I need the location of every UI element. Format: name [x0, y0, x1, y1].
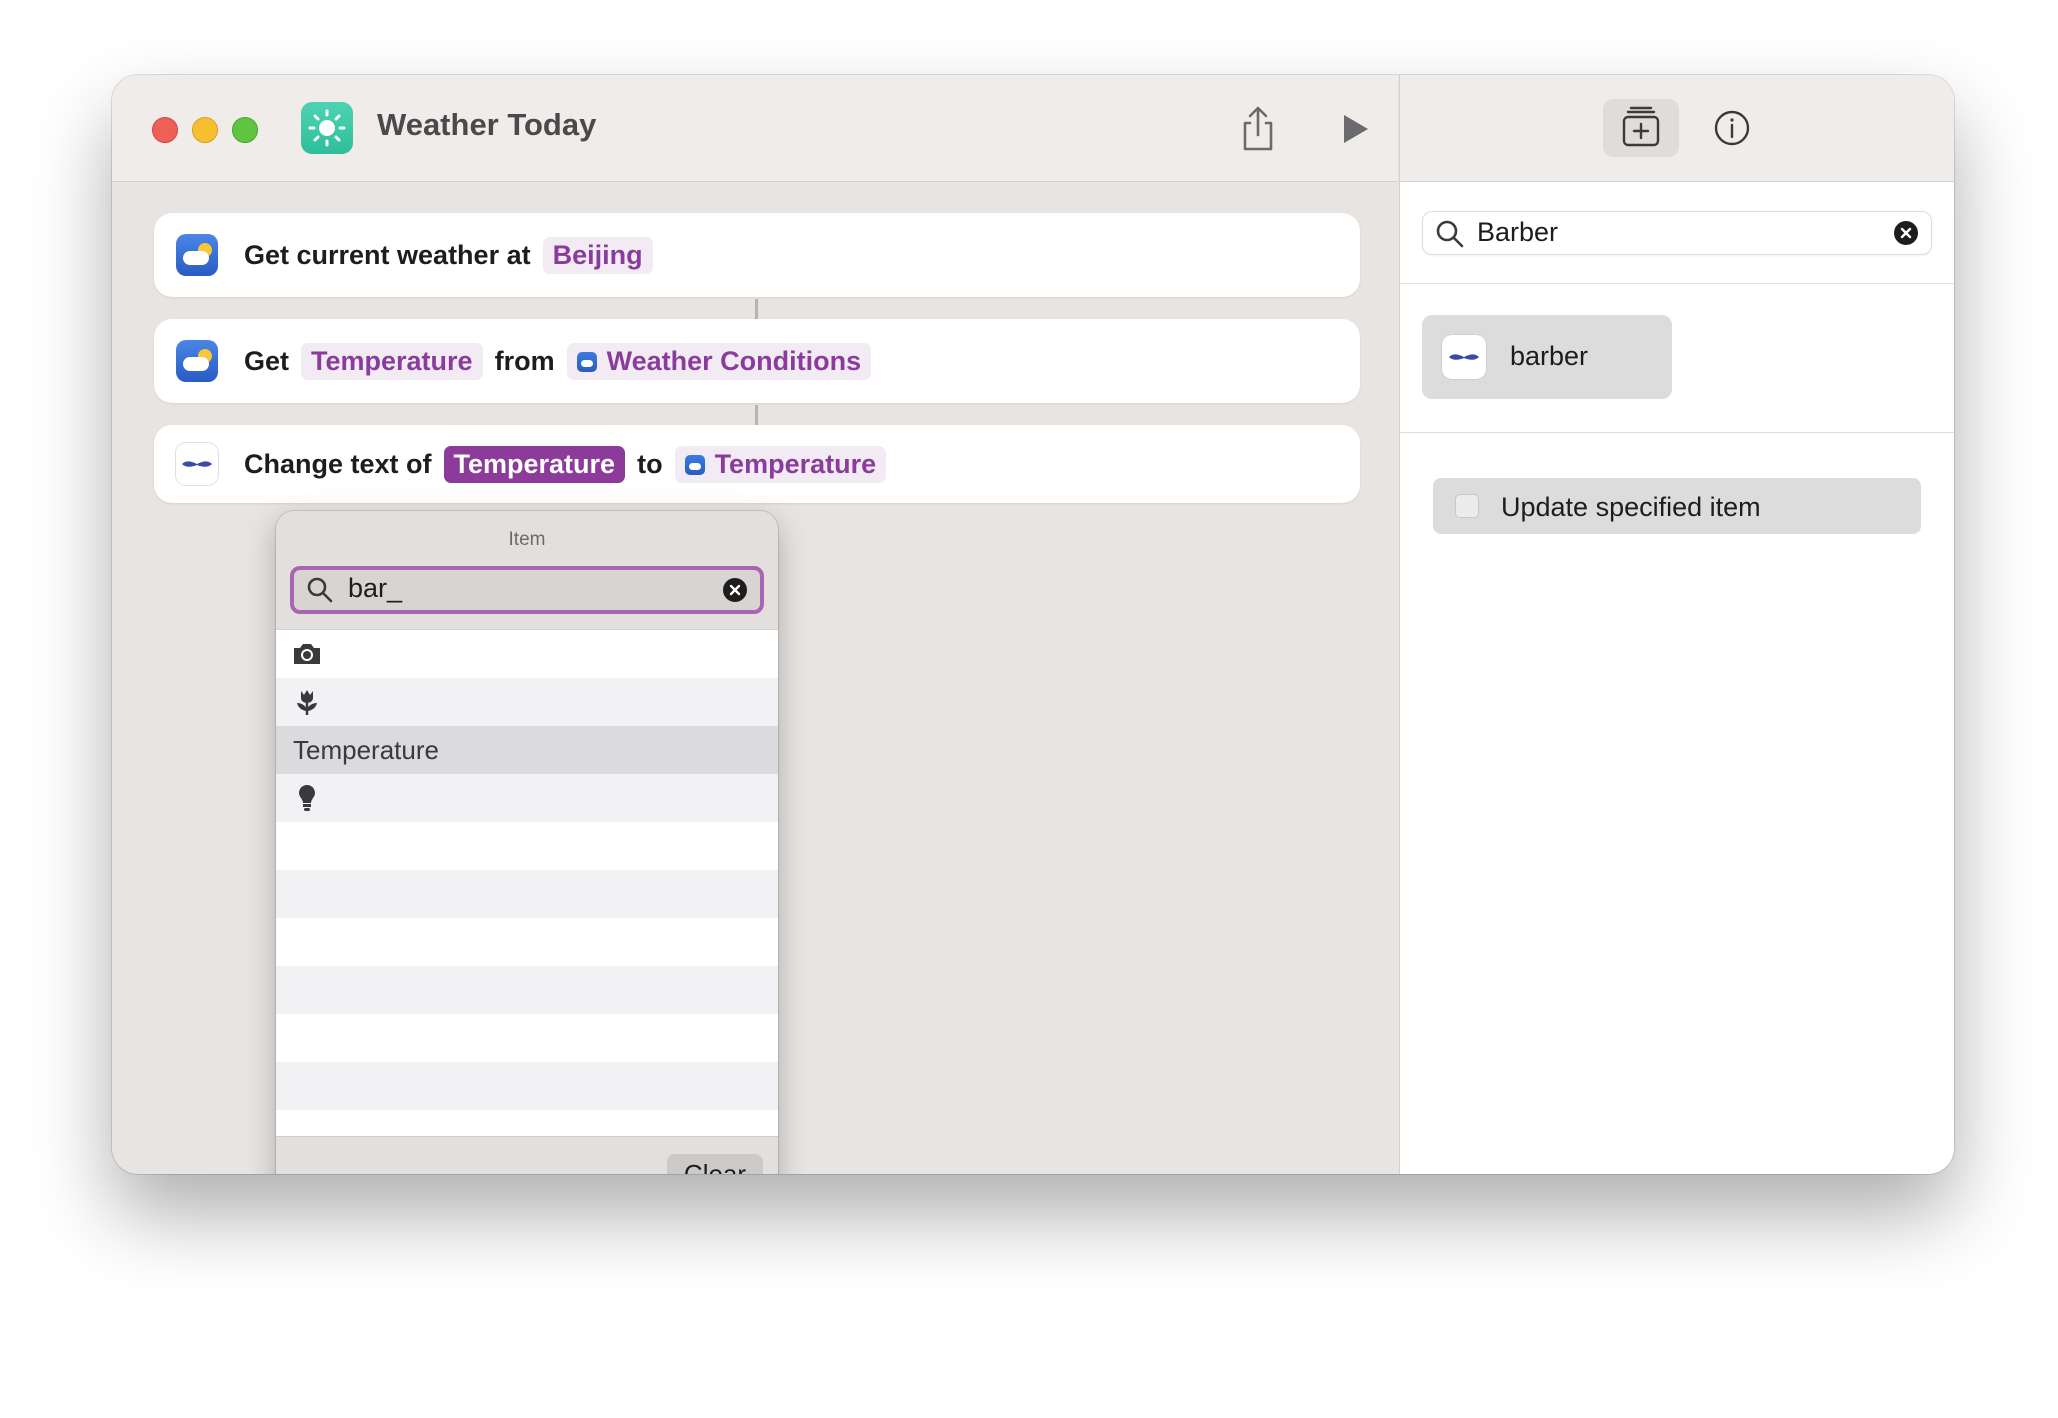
empty-row	[276, 1062, 778, 1110]
connector-line	[755, 405, 758, 425]
divider	[1400, 283, 1954, 284]
weather-icon	[176, 234, 218, 276]
mustache-icon	[176, 443, 218, 485]
action-prefix: Get	[244, 345, 290, 376]
shortcut-title[interactable]: Weather Today	[377, 107, 596, 143]
list-item-label: Temperature	[293, 735, 439, 765]
item-search-input[interactable]: bar_	[290, 566, 764, 614]
clear-search-icon[interactable]	[1893, 220, 1919, 246]
search-icon	[306, 576, 334, 604]
play-icon[interactable]	[1336, 109, 1372, 149]
sun-icon	[301, 102, 353, 154]
tulip-icon	[292, 688, 322, 716]
empty-row	[276, 1014, 778, 1062]
app-result-label: barber	[1510, 341, 1589, 371]
lightbulb-icon	[292, 784, 322, 812]
value-token[interactable]: Temperature	[674, 445, 887, 483]
weather-mini-icon	[684, 454, 705, 475]
action-result-icon	[1455, 494, 1479, 518]
list-item[interactable]	[276, 678, 778, 726]
shortcuts-window: Weather Today Get current weather at Bei…	[112, 75, 1954, 1174]
action-result-update-item[interactable]: Update specified item	[1433, 478, 1921, 534]
action-prefix: Change text of	[244, 448, 432, 479]
action-library-button[interactable]	[1603, 99, 1679, 157]
item-list: Temperature	[276, 629, 778, 1137]
empty-row	[276, 822, 778, 870]
zoom-window-button[interactable]	[232, 117, 258, 143]
clear-search-icon[interactable]	[722, 577, 748, 603]
camera-icon	[292, 640, 322, 668]
close-window-button[interactable]	[152, 117, 178, 143]
weather-mini-icon	[576, 351, 597, 372]
empty-row	[276, 966, 778, 1014]
action-result-label: Update specified item	[1501, 492, 1761, 522]
target-token[interactable]: Temperature	[443, 445, 626, 483]
weather-icon	[176, 340, 218, 382]
list-item[interactable]: Temperature	[276, 726, 778, 774]
action-get-detail[interactable]: Get Temperature from Weather Conditions	[154, 319, 1360, 403]
actions-search-input[interactable]: Barber	[1422, 211, 1932, 255]
title-bar: Weather Today	[112, 75, 1398, 182]
clear-button[interactable]: Clear	[667, 1154, 763, 1174]
item-search-value[interactable]: bar_	[348, 573, 402, 604]
sidebar-toolbar	[1400, 75, 1954, 182]
value-token-label: Temperature	[714, 448, 877, 479]
list-item[interactable]	[276, 774, 778, 822]
action-library-sidebar: Barber barber Update specified item	[1399, 75, 1954, 1174]
info-icon[interactable]	[1712, 108, 1752, 148]
item-picker-popover: Item bar_ Temperature Clear	[276, 511, 778, 1174]
action-text: Get current weather at	[244, 239, 531, 270]
source-token[interactable]: Weather Conditions	[566, 342, 872, 380]
property-token[interactable]: Temperature	[301, 342, 483, 380]
action-middle: from	[494, 345, 555, 376]
share-icon[interactable]	[1238, 105, 1278, 153]
empty-row	[276, 918, 778, 966]
list-item[interactable]	[276, 630, 778, 678]
empty-row	[276, 870, 778, 918]
location-token[interactable]: Beijing	[542, 236, 653, 274]
action-middle: to	[637, 448, 663, 479]
divider	[1400, 432, 1954, 433]
app-result-barber[interactable]: barber	[1422, 315, 1672, 399]
search-icon	[1435, 219, 1465, 249]
action-get-current-weather[interactable]: Get current weather at Beijing	[154, 213, 1360, 297]
actions-search-value[interactable]: Barber	[1477, 217, 1558, 248]
popover-title: Item	[508, 529, 546, 550]
connector-line	[755, 299, 758, 319]
mustache-icon	[1442, 335, 1486, 379]
source-token-label: Weather Conditions	[606, 345, 862, 376]
action-change-text[interactable]: Change text of Temperature to Temperatur…	[154, 425, 1360, 503]
minimize-window-button[interactable]	[192, 117, 218, 143]
